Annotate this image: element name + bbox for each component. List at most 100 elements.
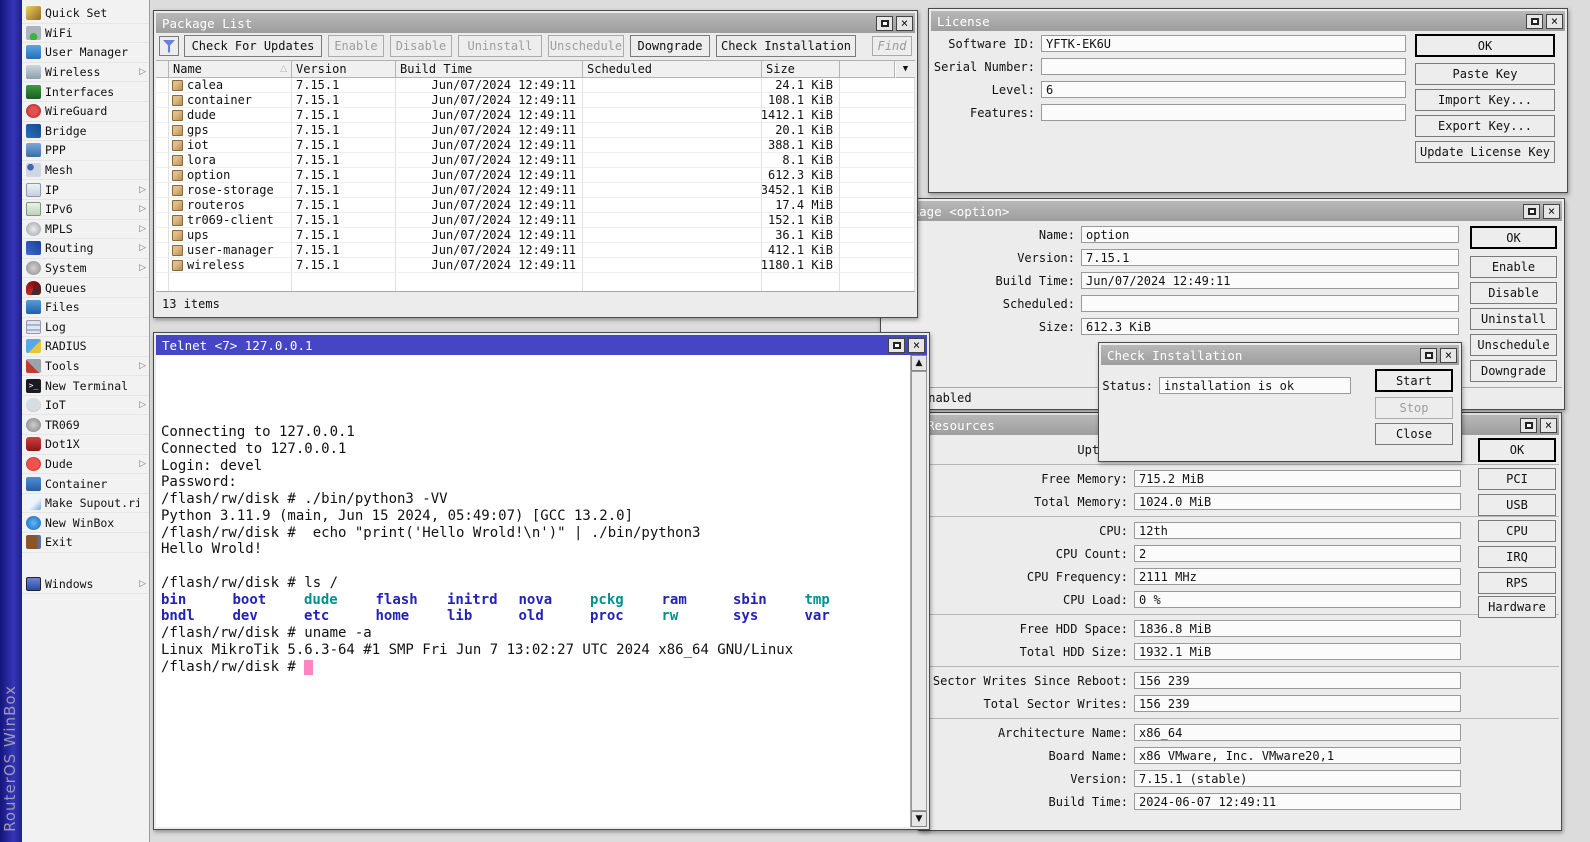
sidebar-item[interactable]: WireGuard ▷	[22, 102, 149, 122]
paste-key-button[interactable]: Paste Key	[1415, 63, 1555, 85]
irq-button[interactable]: IRQ	[1478, 546, 1556, 568]
field-value[interactable]	[1041, 58, 1406, 75]
ok-button[interactable]: OK	[1470, 226, 1557, 249]
sidebar-item[interactable]: New Terminal ▷	[22, 376, 149, 396]
sidebar-item[interactable]: IoT ▷	[22, 396, 149, 416]
scroll-down-button[interactable]: ▼	[911, 811, 927, 827]
table-row[interactable]: container 7.15.1 Jun/07/2024 12:49:11 10…	[156, 93, 915, 108]
enable-button[interactable]: Enable	[328, 35, 384, 57]
maximize-button[interactable]	[876, 16, 893, 31]
table-row[interactable]: tr069-client 7.15.1 Jun/07/2024 12:49:11…	[156, 213, 915, 228]
field-value[interactable]: x86_64	[1134, 724, 1461, 741]
close-button[interactable]: ×	[908, 338, 925, 353]
sidebar-item[interactable]: Queues ▷	[22, 278, 149, 298]
scroll-up-button[interactable]: ▲	[911, 355, 927, 371]
sidebar-item[interactable]: System ▷	[22, 259, 149, 279]
field-value[interactable]	[1041, 104, 1406, 121]
field-value[interactable]: 7.15.1 (stable)	[1134, 770, 1461, 787]
field-value[interactable]: x86 VMware, Inc. VMware20,1	[1134, 747, 1461, 764]
close-action-button[interactable]: Close	[1375, 423, 1453, 445]
table-row[interactable]: calea 7.15.1 Jun/07/2024 12:49:11 24.1 K…	[156, 78, 915, 93]
table-row[interactable]: rose-storage 7.15.1 Jun/07/2024 12:49:11…	[156, 183, 915, 198]
downgrade-button[interactable]: Downgrade	[1470, 360, 1557, 382]
sidebar-item[interactable]: PPP ▷	[22, 141, 149, 161]
field-value[interactable]: 612.3 KiB	[1081, 318, 1459, 335]
column-header-build-time[interactable]: Build Time	[396, 61, 583, 78]
disable-button[interactable]: Disable	[390, 35, 452, 57]
disable-button[interactable]: Disable	[1470, 282, 1557, 304]
sidebar-item[interactable]: IPv6 ▷	[22, 200, 149, 220]
check-installation-titlebar[interactable]: Check Installation ×	[1101, 345, 1459, 365]
rps-button[interactable]: RPS	[1478, 572, 1556, 594]
usb-button[interactable]: USB	[1478, 494, 1556, 516]
close-button[interactable]: ×	[1546, 14, 1563, 29]
maximize-button[interactable]	[1520, 418, 1537, 433]
sidebar-item[interactable]: WiFi ▷	[22, 24, 149, 44]
sidebar-item-windows[interactable]: Windows ▷	[22, 575, 149, 595]
table-row[interactable]: dude 7.15.1 Jun/07/2024 12:49:11 1412.1 …	[156, 108, 915, 123]
sidebar-item[interactable]: Make Supout.rif ▷	[22, 494, 149, 514]
pci-button[interactable]: PCI	[1478, 468, 1556, 490]
column-header-size[interactable]: Size	[762, 61, 840, 78]
field-value[interactable]: Jun/07/2024 12:49:11	[1081, 272, 1459, 289]
ok-button[interactable]: OK	[1478, 438, 1556, 462]
table-row[interactable]: gps 7.15.1 Jun/07/2024 12:49:11 20.1 KiB	[156, 123, 915, 138]
unschedule-button[interactable]: Unschedule	[1470, 334, 1557, 356]
column-menu-button[interactable]: ▼	[895, 61, 915, 78]
sidebar-item[interactable]: Dot1X ▷	[22, 435, 149, 455]
export-key-button[interactable]: Export Key...	[1415, 115, 1555, 137]
find-button[interactable]: Find	[872, 36, 912, 56]
check-installation-button[interactable]: Check Installation	[716, 35, 856, 57]
maximize-button[interactable]	[1523, 204, 1540, 219]
field-value[interactable]: 1024.0 MiB	[1134, 493, 1461, 510]
field-value[interactable]: 2	[1134, 545, 1461, 562]
table-row[interactable]: lora 7.15.1 Jun/07/2024 12:49:11 8.1 KiB	[156, 153, 915, 168]
filter-button[interactable]	[159, 36, 179, 56]
enable-button[interactable]: Enable	[1470, 256, 1557, 278]
sidebar-item[interactable]: RADIUS ▷	[22, 337, 149, 357]
maximize-button[interactable]	[888, 338, 905, 353]
maximize-button[interactable]	[1420, 348, 1437, 363]
sidebar-item[interactable]: Tools ▷	[22, 357, 149, 377]
field-value[interactable]: 2024-06-07 12:49:11	[1134, 793, 1461, 810]
import-key-button[interactable]: Import Key...	[1415, 89, 1555, 111]
field-value[interactable]: 156 239	[1134, 672, 1461, 689]
field-value[interactable]: YFTK-EK6U	[1041, 35, 1406, 52]
sidebar-item[interactable]: Log ▷	[22, 318, 149, 338]
unschedule-button[interactable]: Unschedule	[548, 35, 624, 57]
table-row[interactable]: routeros 7.15.1 Jun/07/2024 12:49:11 17.…	[156, 198, 915, 213]
cpu-button[interactable]: CPU	[1478, 520, 1556, 542]
field-value[interactable]: option	[1081, 226, 1459, 243]
field-value[interactable]: 6	[1041, 81, 1406, 98]
field-value[interactable]: 1836.8 MiB	[1134, 620, 1461, 637]
field-value[interactable]: 156 239	[1134, 695, 1461, 712]
uninstall-button[interactable]: Uninstall	[458, 35, 542, 57]
close-button[interactable]: ×	[1440, 348, 1457, 363]
sidebar-item[interactable]: Bridge ▷	[22, 122, 149, 142]
sidebar-item[interactable]: Container ▷	[22, 474, 149, 494]
hardware-button[interactable]: Hardware	[1478, 596, 1556, 618]
table-row[interactable]: ups 7.15.1 Jun/07/2024 12:49:11 36.1 KiB	[156, 228, 915, 243]
sidebar-item[interactable]: TR069 ▷	[22, 415, 149, 435]
terminal-output[interactable]: Connecting to 127.0.0.1Connected to 127.…	[156, 355, 910, 827]
sidebar-item[interactable]: User Manager ▷	[22, 43, 149, 63]
scrollbar-thumb[interactable]	[911, 371, 927, 811]
column-header-scheduled[interactable]: Scheduled	[583, 61, 762, 78]
sidebar-item[interactable]: Dude ▷	[22, 455, 149, 475]
terminal-scrollbar[interactable]: ▲ ▼	[910, 355, 927, 827]
sidebar-item[interactable]: New WinBox ▷	[22, 513, 149, 533]
sidebar-item[interactable]: Quick Set ▷	[22, 4, 149, 24]
package-list-titlebar[interactable]: Package List ×	[156, 13, 915, 33]
close-button[interactable]: ×	[1540, 418, 1557, 433]
field-value[interactable]: 715.2 MiB	[1134, 470, 1461, 487]
ok-button[interactable]: OK	[1415, 34, 1555, 57]
sidebar-item[interactable]: MPLS ▷	[22, 220, 149, 240]
table-row[interactable]: wireless 7.15.1 Jun/07/2024 12:49:11 118…	[156, 258, 915, 273]
start-button[interactable]: Start	[1375, 369, 1453, 392]
sidebar-item[interactable]: Wireless ▷	[22, 63, 149, 83]
field-value[interactable]: 0 %	[1134, 591, 1461, 608]
uninstall-button[interactable]: Uninstall	[1470, 308, 1557, 330]
package-option-titlebar[interactable]: Package <option> ×	[883, 201, 1562, 221]
downgrade-button[interactable]: Downgrade	[630, 35, 710, 57]
status-field[interactable]: installation is ok	[1159, 377, 1351, 394]
